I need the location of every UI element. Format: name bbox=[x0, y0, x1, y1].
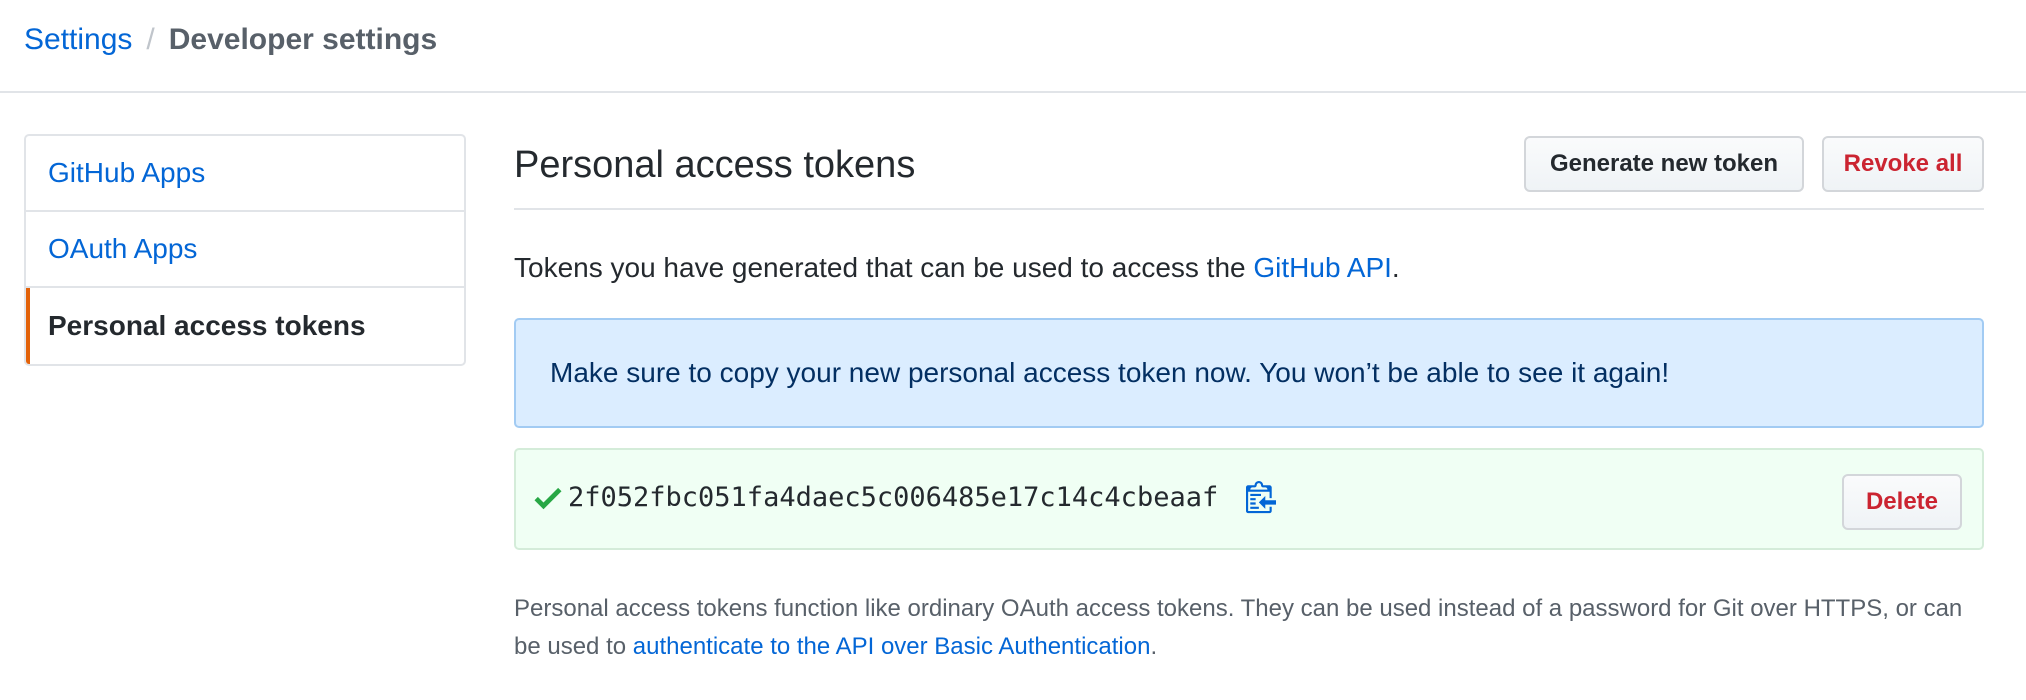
copy-token-warning-flash: Make sure to copy your new personal acce… bbox=[514, 318, 1984, 428]
new-token-box: 2f052fbc051fa4daec5c006485e17c14c4cbeaaf… bbox=[514, 448, 1984, 550]
delete-token-button[interactable]: Delete bbox=[1842, 474, 1962, 530]
check-icon bbox=[534, 487, 562, 510]
intro-text: Tokens you have generated that can be us… bbox=[514, 250, 1400, 286]
main-header: Personal access tokens Generate new toke… bbox=[514, 134, 1984, 210]
main-content: Personal access tokens Generate new toke… bbox=[514, 134, 1984, 660]
github-api-link[interactable]: GitHub API bbox=[1253, 252, 1392, 283]
sidebar-item-personal-access-tokens[interactable]: Personal access tokens bbox=[26, 288, 464, 364]
breadcrumb-current: Developer settings bbox=[168, 23, 438, 56]
intro-text-end: . bbox=[1391, 252, 1400, 283]
sidebar-item-github-apps[interactable]: GitHub Apps bbox=[26, 136, 464, 212]
intro-text-body: Tokens you have generated that can be us… bbox=[514, 252, 1254, 283]
note-text-end: . bbox=[1150, 633, 1158, 660]
developer-settings-sidebar: GitHub Apps OAuth Apps Personal access t… bbox=[24, 134, 466, 366]
token-value[interactable]: 2f052fbc051fa4daec5c006485e17c14c4cbeaaf bbox=[568, 480, 1218, 516]
flash-message: Make sure to copy your new personal acce… bbox=[550, 357, 1670, 388]
page-title: Personal access tokens bbox=[514, 144, 916, 186]
generate-new-token-button[interactable]: Generate new token bbox=[1524, 136, 1804, 192]
breadcrumb-separator: / bbox=[146, 23, 155, 56]
revoke-all-button[interactable]: Revoke all bbox=[1822, 136, 1984, 192]
clipboard-icon[interactable] bbox=[1246, 478, 1276, 514]
token-info-note: Personal access tokens function like ord… bbox=[514, 590, 1984, 666]
breadcrumb-settings-link[interactable]: Settings bbox=[24, 23, 132, 56]
breadcrumb: Settings / Developer settings bbox=[24, 20, 437, 60]
sidebar-item-oauth-apps[interactable]: OAuth Apps bbox=[26, 212, 464, 288]
basic-auth-link[interactable]: authenticate to the API over Basic Authe… bbox=[633, 633, 1151, 660]
page-header: Settings / Developer settings bbox=[0, 0, 2026, 93]
